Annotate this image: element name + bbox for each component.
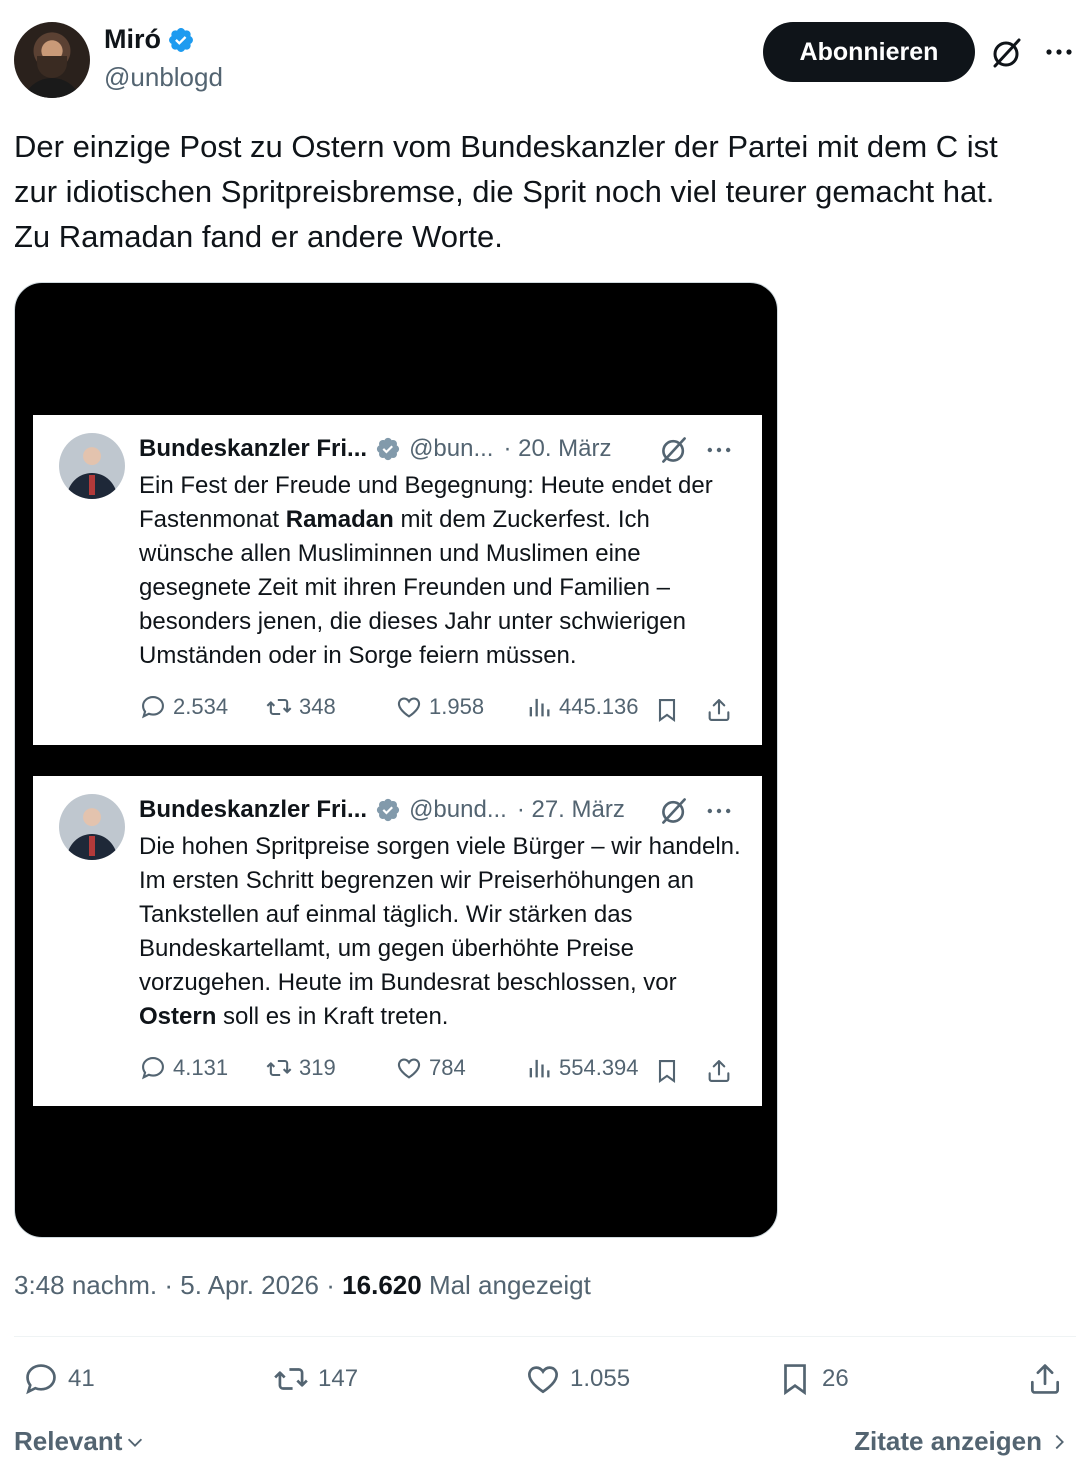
embedded-author-handle: @bun... xyxy=(409,435,494,462)
bookmark-icon xyxy=(658,1060,676,1083)
meta-separator: · xyxy=(326,1270,335,1300)
embedded-post-text: Ein Fest der Freude und Begegnung: Heute… xyxy=(139,472,713,669)
gray-verified-badge-icon xyxy=(376,437,400,461)
like-button[interactable]: 1.055 xyxy=(524,1360,630,1398)
more-options-icon xyxy=(707,447,731,453)
repost-icon xyxy=(274,1368,308,1390)
reply-icon xyxy=(141,1057,164,1080)
chevron-down-icon xyxy=(128,1438,143,1447)
chevron-right-icon xyxy=(1055,1434,1064,1449)
views-chart-icon xyxy=(529,698,550,717)
quotes-label: Zitate anzeigen xyxy=(854,1426,1042,1456)
reply-button[interactable]: 41 xyxy=(22,1360,95,1398)
embedded-author-name: Bundeskanzler Fri... xyxy=(139,796,368,823)
embedded-like-stat: 1.958 xyxy=(395,693,484,721)
meta-separator: · xyxy=(164,1270,173,1300)
share-icon xyxy=(708,1060,730,1082)
embedded-post-text: Die hohen Spritpreise sorgen viele Bürge… xyxy=(139,833,741,1030)
heart-icon xyxy=(528,1366,558,1394)
embedded-post-date: · 27. März xyxy=(516,796,625,823)
post-meta: 3:48 nachm. · 5. Apr. 2026 · 16.620 Mal … xyxy=(14,1270,591,1301)
embedded-reply-stat: 2.534 xyxy=(139,693,228,721)
sort-label: Relevant xyxy=(14,1426,123,1456)
embedded-post-actions: 2.534 348 1.958 445.136 xyxy=(139,693,739,727)
repost-icon xyxy=(266,1059,292,1077)
gray-verified-badge-icon xyxy=(376,798,400,822)
grok-icon[interactable] xyxy=(990,36,1024,70)
repost-button[interactable]: 147 xyxy=(272,1360,358,1398)
divider xyxy=(14,1336,1076,1337)
reply-icon xyxy=(141,696,164,719)
embedded-views-stat: 554.394 xyxy=(525,1054,639,1082)
author-name[interactable]: Miró xyxy=(104,24,161,55)
share-icon xyxy=(708,699,730,721)
more-options-icon[interactable] xyxy=(1044,40,1074,64)
like-count: 1.055 xyxy=(570,1365,631,1392)
bookmark-icon xyxy=(784,1364,806,1396)
embedded-like-stat: 784 xyxy=(395,1054,466,1082)
share-button[interactable] xyxy=(1026,1360,1064,1398)
repost-count: 147 xyxy=(318,1365,359,1392)
post-time[interactable]: 3:48 nachm. xyxy=(14,1270,157,1300)
embedded-author-handle: @bund... xyxy=(409,796,507,823)
repost-icon xyxy=(266,698,292,716)
reply-icon xyxy=(26,1364,56,1395)
author-name-row: Miró xyxy=(104,24,195,55)
post-media-image[interactable]: Bundeskanzler Fri... @bun... · 20. März … xyxy=(14,282,778,1238)
heart-icon xyxy=(397,697,421,718)
views-count: 16.620 xyxy=(342,1270,422,1300)
post-header: Miró @unblogd Abonnieren xyxy=(14,22,1076,98)
bookmark-icon xyxy=(658,699,676,722)
embedded-post-actions: 4.131 319 784 554.394 xyxy=(139,1054,739,1088)
sort-dropdown[interactable]: Relevant xyxy=(14,1426,146,1457)
post-action-bar: 41 147 1.055 26 xyxy=(14,1360,1076,1408)
embedded-repost-stat: 348 xyxy=(265,693,336,721)
more-options-icon xyxy=(707,808,731,814)
grok-icon xyxy=(662,437,686,463)
bookmark-button[interactable]: 26 xyxy=(776,1360,849,1398)
grok-icon xyxy=(662,798,686,824)
verified-badge-icon xyxy=(169,27,193,52)
bookmark-count: 26 xyxy=(822,1365,849,1392)
view-quotes-link[interactable]: Zitate anzeigen xyxy=(854,1426,1070,1457)
author-avatar[interactable] xyxy=(14,22,90,98)
replies-toolbar: Relevant Zitate anzeigen xyxy=(14,1424,1076,1464)
post-date[interactable]: 5. Apr. 2026 xyxy=(180,1270,319,1300)
embedded-author-avatar xyxy=(59,794,125,860)
post-text: Der einzige Post zu Ostern vom Bundeskan… xyxy=(14,129,998,254)
author-handle[interactable]: @unblogd xyxy=(104,62,223,93)
embedded-post-card: Bundeskanzler Fri... @bund... · 27. März… xyxy=(33,776,762,1106)
share-icon xyxy=(1030,1364,1060,1394)
follow-button[interactable]: Abonnieren xyxy=(763,22,975,82)
embedded-views-stat: 445.136 xyxy=(525,693,639,721)
embedded-author-name: Bundeskanzler Fri... xyxy=(139,435,368,462)
embedded-author-avatar xyxy=(59,433,125,499)
reply-count: 41 xyxy=(68,1365,95,1392)
embedded-reply-stat: 4.131 xyxy=(139,1054,228,1082)
views-label: Mal angezeigt xyxy=(428,1270,591,1300)
embedded-post-date: · 20. März xyxy=(503,435,612,462)
embedded-post-card: Bundeskanzler Fri... @bun... · 20. März … xyxy=(33,415,762,745)
embedded-repost-stat: 319 xyxy=(265,1054,336,1082)
embedded-post-header: Bundeskanzler Fri... @bun... · 20. März xyxy=(139,431,612,467)
embedded-post-header: Bundeskanzler Fri... @bund... · 27. März xyxy=(139,792,625,828)
heart-icon xyxy=(397,1058,421,1079)
views-chart-icon xyxy=(529,1059,550,1078)
